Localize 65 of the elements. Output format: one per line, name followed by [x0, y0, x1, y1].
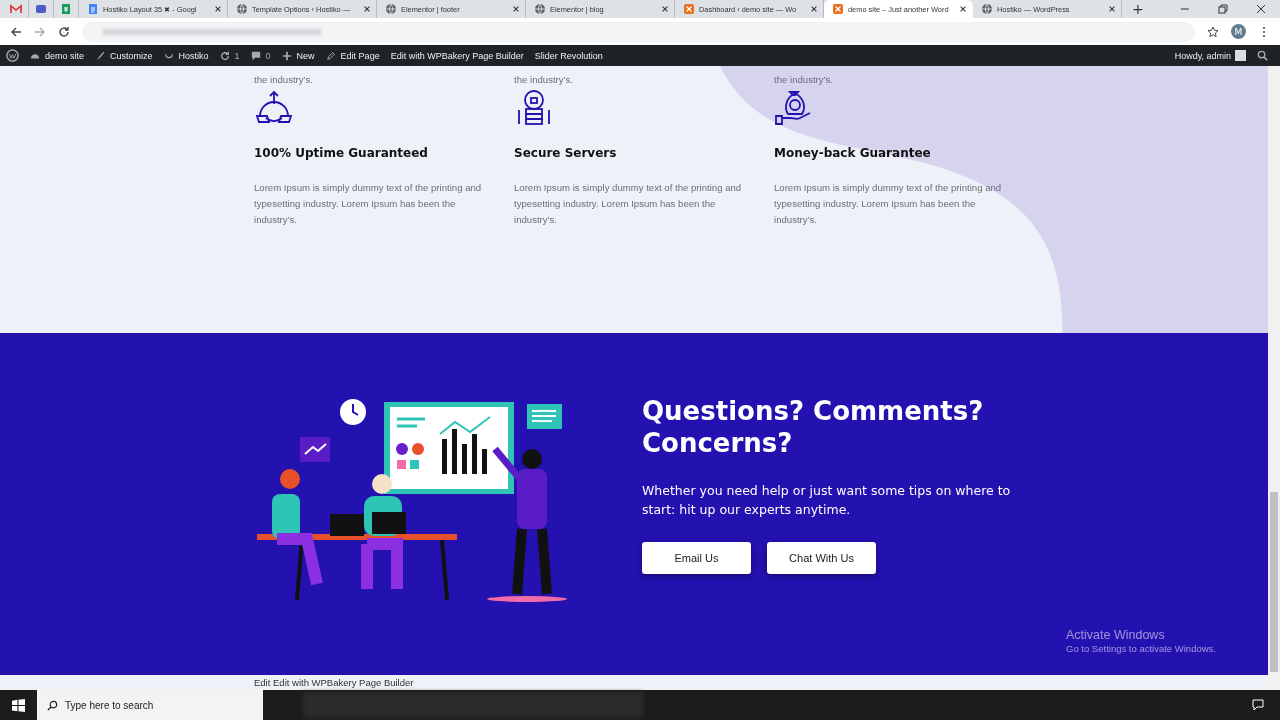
admin-bar-link[interactable]: Hostiko: [163, 50, 209, 61]
refresh-icon: [219, 50, 230, 61]
brush-icon: [95, 50, 106, 61]
close-icon[interactable]: [1108, 5, 1116, 13]
globe-icon: [236, 3, 248, 15]
spreadsheet-icon: [60, 3, 72, 15]
wordpress-icon[interactable]: [6, 49, 19, 62]
edit-page-links[interactable]: Edit Edit with WPBakery Page Builder: [254, 677, 414, 688]
admin-bar-link[interactable]: Edit with WPBakery Page Builder: [390, 50, 524, 61]
close-icon[interactable]: [1256, 4, 1266, 14]
close-icon[interactable]: [512, 5, 520, 13]
document-icon: [87, 3, 99, 15]
feature-description: the industry’s.: [514, 73, 574, 87]
contact-button[interactable]: Chat With Us: [767, 541, 876, 574]
scrollbar-thumb[interactable]: [1270, 492, 1278, 672]
close-icon[interactable]: [661, 5, 669, 13]
x-logo-icon: [832, 3, 844, 15]
feature-description: the industry’s.: [774, 73, 834, 87]
chat-app-icon: [35, 3, 47, 15]
admin-bar-link[interactable]: Customize: [95, 50, 153, 61]
taskbar-search-field[interactable]: Type here to search: [37, 690, 263, 720]
globe-icon: [534, 3, 546, 15]
activation-notice-text: Go to Settings to activate Windows.: [1066, 643, 1216, 654]
avatar-icon: [1235, 50, 1246, 61]
cta-heading: Questions? Comments? Concerns?: [642, 394, 985, 459]
notifications-icon[interactable]: [1252, 699, 1264, 711]
admin-bar-link[interactable]: New: [281, 50, 315, 61]
envelope-icon: [10, 3, 22, 15]
feature-description: Lorem Ipsum is simply dummy text of the printing and typesetting industry. Lorem Ipsum has been the industry’s.: [774, 181, 1003, 227]
close-icon[interactable]: [363, 5, 371, 13]
search-icon: [47, 700, 58, 711]
close-icon[interactable]: [959, 5, 967, 13]
scrollbar[interactable]: [1268, 66, 1280, 690]
comment-icon: [250, 50, 261, 61]
feature-description: Lorem Ipsum is simply dummy text of the printing and typesetting industry. Lorem Ipsum has been the industry’s.: [514, 181, 743, 227]
feature-description: the industry’s.: [254, 73, 314, 87]
windows-start-icon[interactable]: [12, 698, 25, 712]
feature-title: Secure Servers: [514, 146, 618, 160]
admin-bar-link[interactable]: demo site: [30, 50, 85, 61]
search-icon[interactable]: [1257, 50, 1268, 61]
pencil-icon: [325, 50, 336, 61]
admin-bar-link[interactable]: 0: [250, 50, 271, 61]
globe-icon: [981, 3, 993, 15]
plus-icon: [281, 50, 292, 61]
admin-bar-link[interactable]: Slider Revolution: [534, 50, 603, 61]
x-logo-icon: [683, 3, 695, 15]
address-field[interactable]: [82, 21, 1195, 42]
restore-icon[interactable]: [1218, 4, 1228, 14]
admin-greeting[interactable]: Howdy, admin: [1174, 50, 1231, 61]
back-icon[interactable]: [10, 25, 22, 38]
profile-avatar[interactable]: M: [1231, 24, 1246, 39]
cta-description: Whether you need help or just want some tips on where to start: hit up our experts anytime.: [642, 481, 1012, 519]
admin-bar-link[interactable]: Edit Page: [325, 50, 380, 61]
contact-button[interactable]: Email Us: [642, 541, 751, 574]
close-icon[interactable]: [810, 5, 818, 13]
new-tab-button[interactable]: +: [1122, 0, 1154, 18]
globe-icon: [385, 3, 397, 15]
reload-icon[interactable]: [58, 25, 70, 38]
feature-title: 100% Uptime Guaranteed: [254, 146, 429, 160]
feature-title: Money-back Guarantee: [774, 146, 932, 160]
activation-notice-title: Activate Windows: [1066, 628, 1166, 642]
feature-description: Lorem Ipsum is simply dummy text of the printing and typesetting industry. Lorem Ipsum has been the industry’s.: [254, 181, 483, 227]
star-icon[interactable]: [1207, 25, 1219, 38]
close-icon[interactable]: [214, 5, 222, 13]
admin-bar-link[interactable]: 1: [219, 50, 240, 61]
